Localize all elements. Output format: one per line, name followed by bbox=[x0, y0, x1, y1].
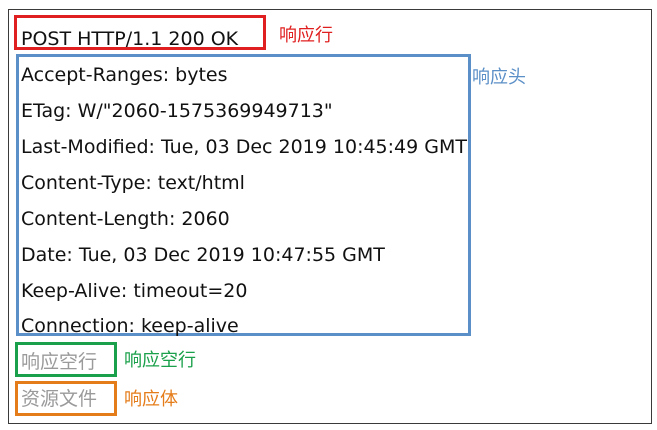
header-line: Date: Tue, 03 Dec 2019 10:47:55 GMT bbox=[21, 244, 385, 266]
body-text: 资源文件 bbox=[21, 388, 98, 410]
header-line: Content-Length: 2060 bbox=[21, 208, 230, 230]
header-line: Content-Type: text/html bbox=[21, 172, 245, 194]
header-line: Keep-Alive: timeout=20 bbox=[21, 280, 248, 302]
status-line-label: 响应行 bbox=[279, 25, 333, 46]
blank-line-label: 响应空行 bbox=[124, 350, 196, 371]
header-line: ETag: W/"2060-1575369949713" bbox=[21, 100, 333, 122]
blank-line-text: 响应空行 bbox=[21, 351, 98, 373]
header-line: Last-Modified: Tue, 03 Dec 2019 10:45:49… bbox=[21, 136, 467, 158]
header-line: Accept-Ranges: bytes bbox=[21, 64, 228, 86]
status-line-text: POST HTTP/1.1 200 OK bbox=[21, 28, 239, 50]
header-line: Connection: keep-alive bbox=[21, 315, 239, 337]
headers-label: 响应头 bbox=[472, 67, 526, 88]
body-label: 响应体 bbox=[124, 389, 178, 410]
